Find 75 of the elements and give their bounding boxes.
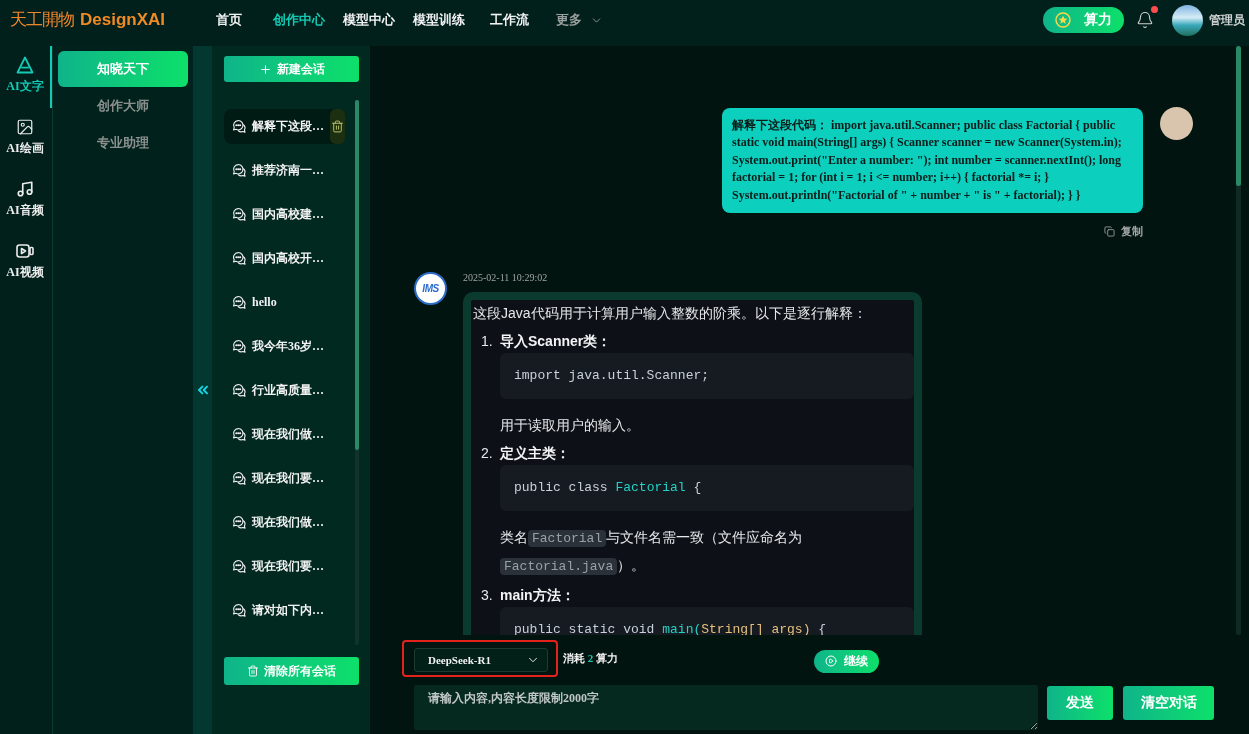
conversation-item[interactable]: 我今年36岁… xyxy=(224,329,345,364)
chat-bubbles-icon xyxy=(232,251,247,266)
star-coin-icon xyxy=(1055,12,1071,28)
conversation-item[interactable]: 现在我们要… xyxy=(224,549,345,584)
logo-mark: 天工開物 xyxy=(10,9,74,31)
chat-bubbles-icon xyxy=(232,427,247,442)
step-title: 定义主类： xyxy=(500,444,571,464)
code-block: import java.util.Scanner; xyxy=(500,353,914,400)
copy-icon xyxy=(1104,225,1115,237)
chat-bubbles-icon xyxy=(232,163,247,178)
conversation-item[interactable]: 现在我们做… xyxy=(224,417,345,452)
conversation-item[interactable]: hello xyxy=(224,285,345,320)
chat-bubbles-icon xyxy=(232,119,247,134)
trash-icon xyxy=(247,665,259,677)
code-block: public static void main(String[] args) { xyxy=(500,607,914,635)
conversation-item[interactable]: 请对如下内… xyxy=(224,593,345,628)
message-input[interactable]: 请输入内容,内容长度限制2000字 xyxy=(414,685,1038,730)
scrollbar-thumb[interactable] xyxy=(355,100,359,450)
chat-bubbles-icon xyxy=(232,515,247,530)
assistant-logo: IMS xyxy=(414,272,447,306)
rail-item[interactable]: AI视频 xyxy=(0,232,52,294)
play-circle-icon xyxy=(825,655,837,667)
rail-item[interactable]: AI音频 xyxy=(0,170,52,232)
music-note-icon xyxy=(16,180,34,198)
step-title: main方法： xyxy=(500,586,576,606)
conversation-item[interactable]: 国内高校建… xyxy=(224,197,345,232)
message-time: 2025-02-11 10:29:02 xyxy=(463,271,549,286)
answer-paragraph: 这段Java代码用于计算用户输入整数的阶乘。以下是逐行解释： xyxy=(473,304,868,324)
copy-button[interactable]: 复制 xyxy=(1104,223,1143,240)
nav-tab[interactable]: 工作流 xyxy=(474,10,544,30)
scrollbar-track[interactable] xyxy=(355,100,359,645)
nav-tab[interactable]: 模型训练 xyxy=(404,10,474,30)
rail-item[interactable]: AI绘画 xyxy=(0,108,52,170)
triangle-letter-icon xyxy=(16,56,34,74)
conversation-item[interactable]: 推荐济南一… xyxy=(224,153,345,188)
conversation-item[interactable]: 现在我们要… xyxy=(224,461,345,496)
user-name: 管理员 xyxy=(1209,11,1245,29)
logo-name: DesignXAI xyxy=(80,10,166,30)
chat-bubbles-icon xyxy=(232,339,247,354)
conversation-item[interactable]: 现在我们做… xyxy=(224,505,345,540)
scrollbar-thumb[interactable] xyxy=(1236,46,1241,186)
more-menu-button[interactable]: 更多 xyxy=(544,11,614,29)
conversation-item[interactable]: 行业高质量… xyxy=(224,373,345,408)
chat-bubbles-icon xyxy=(232,603,247,618)
image-icon xyxy=(16,118,34,136)
chat-bubbles-icon xyxy=(232,383,247,398)
conversation-item[interactable]: 国内高校开… xyxy=(224,241,345,276)
trash-icon xyxy=(331,120,344,133)
video-play-icon xyxy=(16,242,34,260)
step-number: 2. xyxy=(480,444,494,464)
code-block: public class Factorial { xyxy=(500,465,914,512)
user-message: 解释下这段代码： import java.util.Scanner; public class Factorial { public static void main(String[] args) { Scanner scanner = new Scanner(System.in); System.out.print("Enter a number: "); int number = scanner.nextInt(); long factorial = 1; for (int i = 1; i <= number; i++) { factorial *= i; } System.out.println("Factorial of " + number + " is " + factorial); } } xyxy=(722,108,1143,214)
user-avatar[interactable] xyxy=(1172,4,1203,36)
bell-icon[interactable] xyxy=(1136,11,1154,29)
conversation-item[interactable]: 解释下这段… xyxy=(224,109,345,144)
chat-bubbles-icon xyxy=(232,207,247,222)
nav-tab[interactable]: 模型中心 xyxy=(334,10,404,30)
nav-tab[interactable]: 首页 xyxy=(194,10,264,30)
step-number: 1. xyxy=(480,332,494,352)
user-avatar xyxy=(1160,107,1193,140)
answer-paragraph: 类名 Factorial 与文件名需一致（文件应命名为 Factorial.java ）。 xyxy=(500,528,804,578)
chat-bubbles-icon xyxy=(232,559,247,574)
delete-button[interactable] xyxy=(330,109,345,144)
mode-item[interactable]: 专业助理 xyxy=(58,125,188,161)
answer-paragraph: 用于读取用户的输入。 xyxy=(500,416,641,436)
cost-label: 消耗 2 算力 xyxy=(563,651,618,666)
step-number: 3. xyxy=(480,586,494,606)
chat-bubbles-icon xyxy=(232,295,247,310)
step-title: 导入Scanner类： xyxy=(500,332,613,352)
plus-icon xyxy=(258,62,272,76)
mode-item[interactable]: 创作大师 xyxy=(58,88,188,124)
scrollbar-track[interactable] xyxy=(1236,46,1241,635)
nav-tab[interactable]: 创作中心 xyxy=(264,10,334,30)
chat-bubbles-icon xyxy=(232,471,247,486)
model-select[interactable]: DeepSeek-R1 xyxy=(414,648,548,672)
